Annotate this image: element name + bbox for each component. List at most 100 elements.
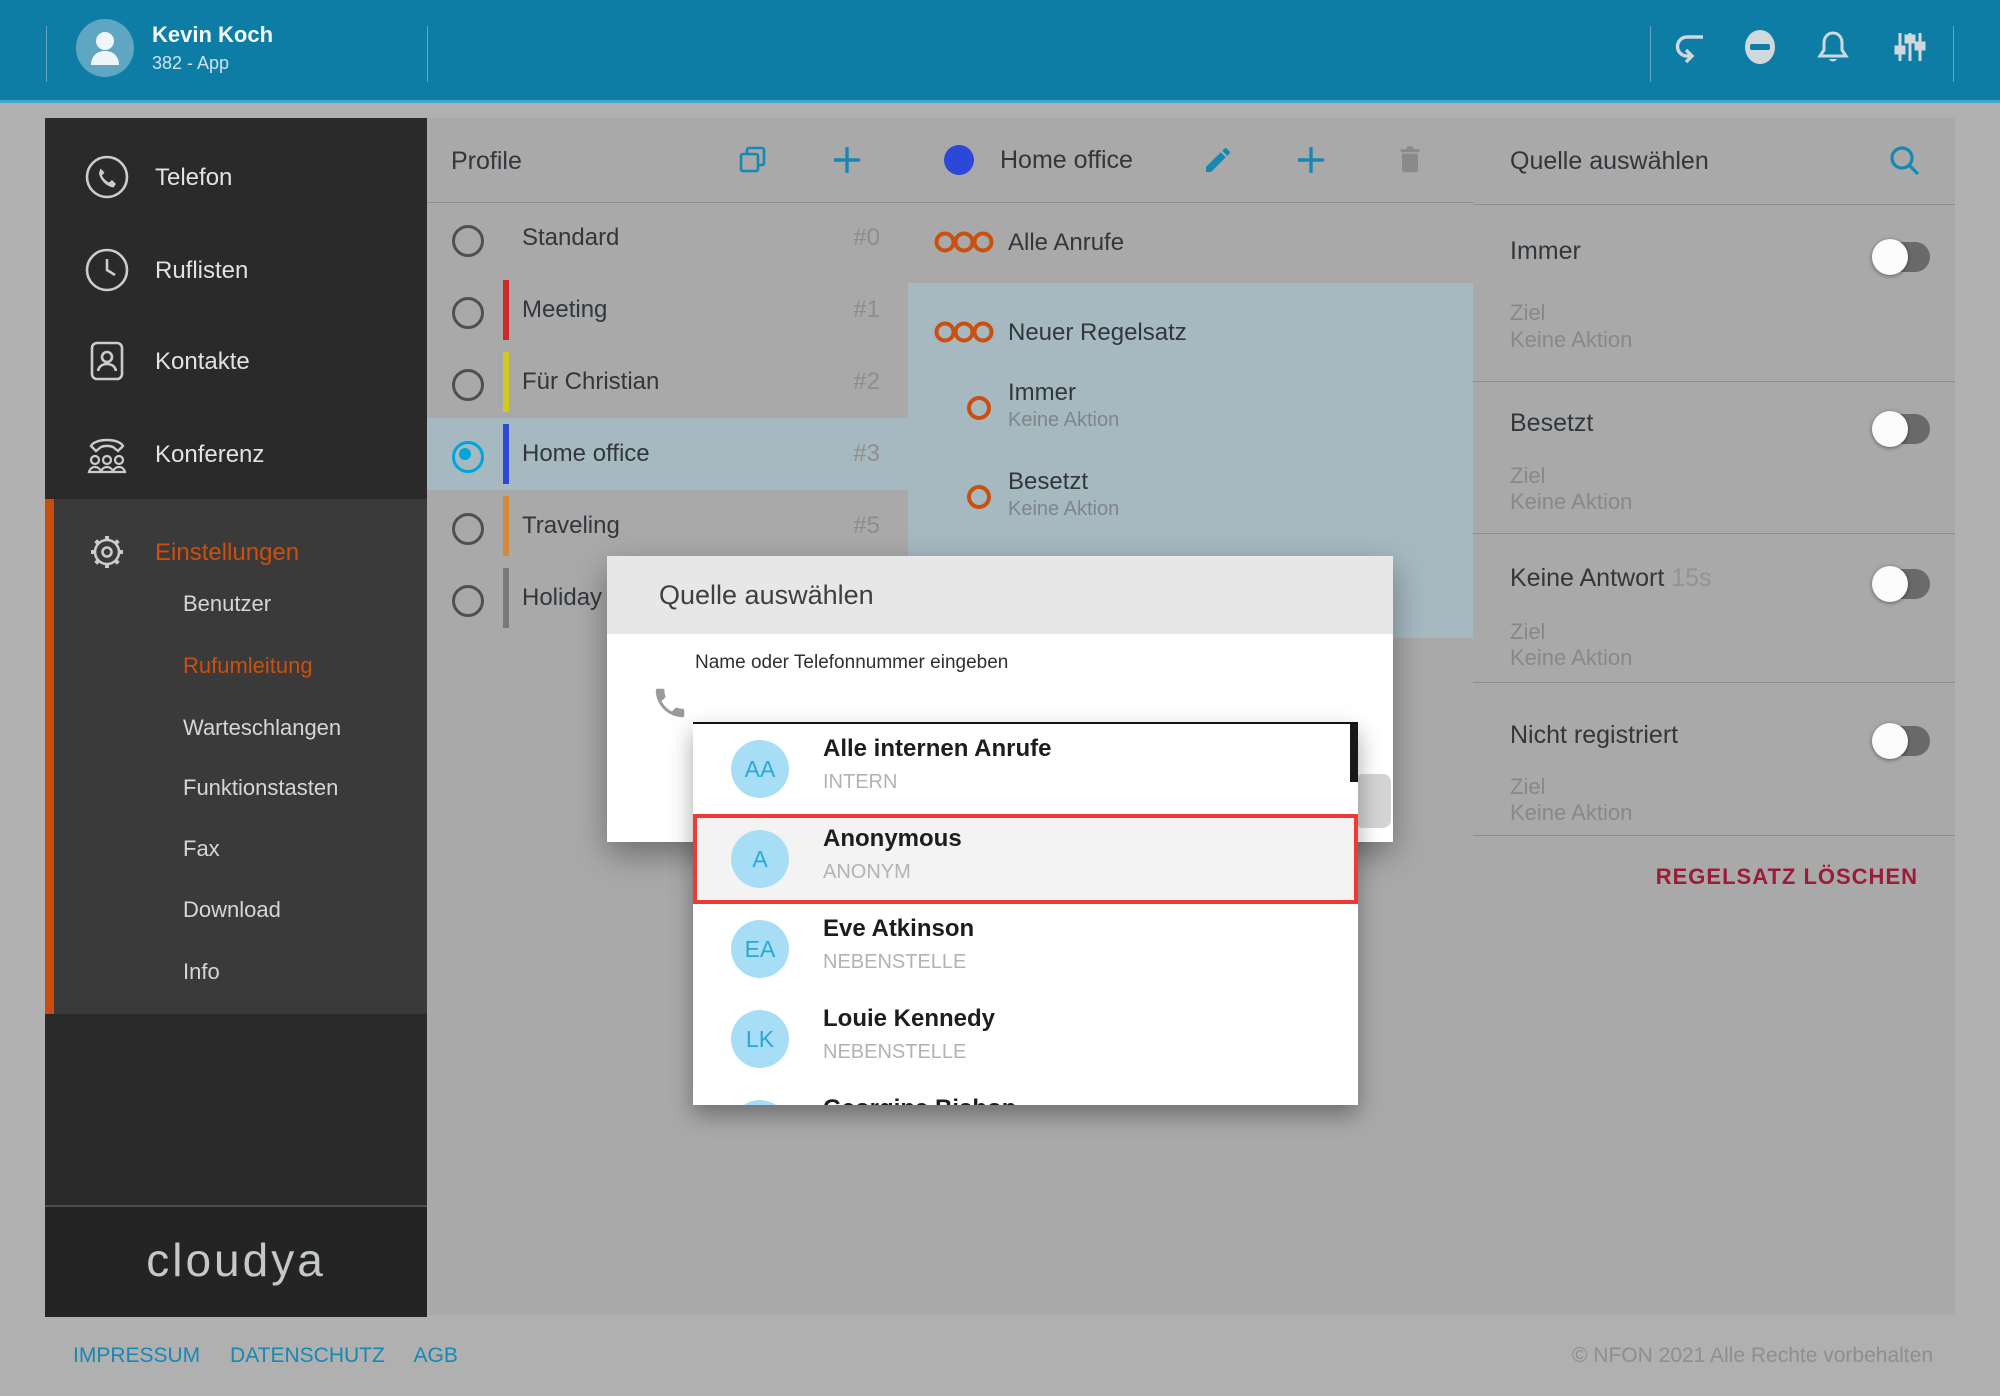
rules-header: Home office (908, 118, 1473, 203)
profiles-title: Profile (451, 147, 522, 176)
subitem-label: Warteschlangen (183, 715, 341, 741)
rule-label: Alle Anrufe (1008, 229, 1124, 257)
profile-name: Für Christian (522, 368, 659, 396)
profile-row-home-office[interactable]: Home office #3 (427, 418, 908, 490)
sidebar-subitem-rufumleitung[interactable]: Rufumleitung (45, 642, 427, 690)
section-besetzt: Besetzt Ziel Keine Aktion (1473, 381, 1955, 534)
toggle-besetzt[interactable] (1876, 414, 1930, 444)
radio-unselected[interactable] (452, 225, 484, 257)
sidebar-item-telefon[interactable]: Telefon (45, 146, 427, 210)
trash-icon[interactable] (1394, 143, 1426, 175)
duplicate-profile-icon[interactable] (737, 144, 769, 176)
rule-all-calls[interactable]: Alle Anrufe (908, 202, 1473, 284)
footer-links: IMPRESSUM DATENSCHUTZ AGB (73, 1344, 482, 1368)
toggle-keine-antwort[interactable] (1876, 569, 1930, 599)
profile-row-standard[interactable]: Standard #0 (427, 202, 908, 274)
delete-ruleset-button[interactable]: REGELSATZ LÖSCHEN (1656, 864, 1918, 890)
rule-condition: Immer (1008, 379, 1076, 407)
contact-name: Eve Atkinson (823, 915, 974, 943)
avatar: EA (731, 920, 789, 978)
top-bar: Kevin Koch 382 - App (0, 0, 2000, 103)
settings-sliders-icon[interactable] (1890, 27, 1930, 67)
contact-type: ANONYM (823, 861, 911, 884)
list-item-alle-internen-anrufe[interactable]: AA Alle internen Anrufe INTERN (693, 724, 1358, 814)
modal-title: Quelle auswählen (659, 580, 874, 611)
sidebar-item-label: Telefon (155, 164, 232, 192)
profile-color-bar (503, 280, 509, 340)
rule-condition: Besetzt (1008, 468, 1088, 496)
list-item-georgina-bishop[interactable]: GB Georgina Bishop (693, 1084, 1358, 1105)
footer-link-impressum[interactable]: IMPRESSUM (73, 1344, 200, 1367)
list-item-anonymous[interactable]: A Anonymous ANONYM (693, 814, 1358, 904)
sidebar-subitem-warteschlangen[interactable]: Warteschlangen (45, 704, 427, 752)
avatar: GB (731, 1100, 789, 1105)
list-item-eve-atkinson[interactable]: EA Eve Atkinson NEBENSTELLE (693, 904, 1358, 994)
radio-unselected[interactable] (452, 585, 484, 617)
add-profile-icon[interactable] (831, 144, 863, 176)
footer-link-datenschutz[interactable]: DATENSCHUTZ (230, 1344, 385, 1367)
hidden-button (1355, 774, 1391, 828)
footer-copyright: © NFON 2021 Alle Rechte vorbehalten (1572, 1344, 1933, 1368)
contact-name: Georgina Bishop (823, 1095, 1016, 1105)
radio-unselected[interactable] (452, 513, 484, 545)
avatar: AA (731, 740, 789, 798)
sidebar-item-label: Kontakte (155, 348, 250, 376)
radio-unselected[interactable] (452, 369, 484, 401)
footer-link-agb[interactable]: AGB (414, 1344, 458, 1367)
sidebar-subitem-funktionstasten[interactable]: Funktionstasten (45, 764, 427, 812)
sidebar-subitem-benutzer[interactable]: Benutzer (45, 580, 427, 628)
profile-row-traveling[interactable]: Traveling #5 (427, 490, 908, 562)
profile-row-fuer-christian[interactable]: Für Christian #2 (427, 346, 908, 418)
search-icon[interactable] (1887, 143, 1923, 179)
radio-selected[interactable] (452, 441, 484, 473)
user-name: Kevin Koch (152, 22, 273, 48)
edit-icon[interactable] (1202, 144, 1234, 176)
sidebar-item-label: Konferenz (155, 441, 264, 469)
list-item-louie-kennedy[interactable]: LK Louie Kennedy NEBENSTELLE (693, 994, 1358, 1084)
call-forward-icon[interactable] (1670, 27, 1710, 67)
do-not-disturb-icon[interactable] (1740, 27, 1780, 67)
sidebar-item-einstellungen[interactable]: Einstellungen (45, 521, 427, 585)
target-value: Keine Aktion (1510, 489, 1632, 515)
subitem-label: Info (183, 959, 220, 985)
sidebar-subitem-download[interactable]: Download (45, 886, 427, 934)
source-header: Quelle auswählen (1473, 118, 1955, 205)
toggle-nicht-registriert[interactable] (1876, 726, 1930, 756)
sidebar-item-ruflisten[interactable]: Ruflisten (45, 239, 427, 303)
profile-color-dot (944, 145, 974, 175)
radio-unselected[interactable] (452, 297, 484, 329)
logo-area: cloudya (45, 1205, 427, 1317)
section-label: Immer (1510, 237, 1581, 266)
profile-number: #3 (853, 440, 880, 468)
toggle-immer[interactable] (1876, 242, 1930, 272)
source-suggestions-list: AA Alle internen Anrufe INTERN A Anonymo… (693, 722, 1358, 1105)
section-label: Keine Antwort 15s (1510, 564, 1712, 593)
sidebar-item-label: Einstellungen (155, 539, 299, 567)
ruleset-title: Neuer Regelsatz (1008, 319, 1187, 347)
rule-bullet-icon (967, 485, 991, 509)
profile-row-meeting[interactable]: Meeting #1 (427, 274, 908, 346)
contact-type: NEBENSTELLE (823, 951, 966, 974)
phone-icon (83, 153, 131, 201)
toggle-knob (1872, 723, 1908, 759)
sidebar-subitem-info[interactable]: Info (45, 948, 427, 996)
section-label: Besetzt (1510, 409, 1593, 438)
rule-action: Keine Aktion (1008, 498, 1119, 521)
subitem-label: Rufumleitung (183, 653, 313, 679)
profile-color-bar (503, 568, 509, 628)
toggle-knob (1872, 566, 1908, 602)
target-value: Keine Aktion (1510, 327, 1632, 353)
add-rule-icon[interactable] (1295, 144, 1327, 176)
sidebar-subitem-fax[interactable]: Fax (45, 825, 427, 873)
sidebar-item-label: Ruflisten (155, 257, 248, 285)
source-panel: Quelle auswählen Immer Ziel Keine Aktion… (1473, 118, 1955, 1315)
source-title: Quelle auswählen (1510, 147, 1709, 176)
user-avatar[interactable] (76, 19, 134, 77)
ruleset-icon (933, 229, 995, 255)
sidebar-item-konferenz[interactable]: Konferenz (45, 423, 427, 487)
sidebar-item-kontakte[interactable]: Kontakte (45, 330, 427, 394)
notifications-icon[interactable] (1813, 27, 1853, 67)
cloudya-app: Kevin Koch 382 - App (0, 0, 2000, 1396)
conference-icon (83, 430, 131, 478)
person-icon (76, 19, 134, 77)
